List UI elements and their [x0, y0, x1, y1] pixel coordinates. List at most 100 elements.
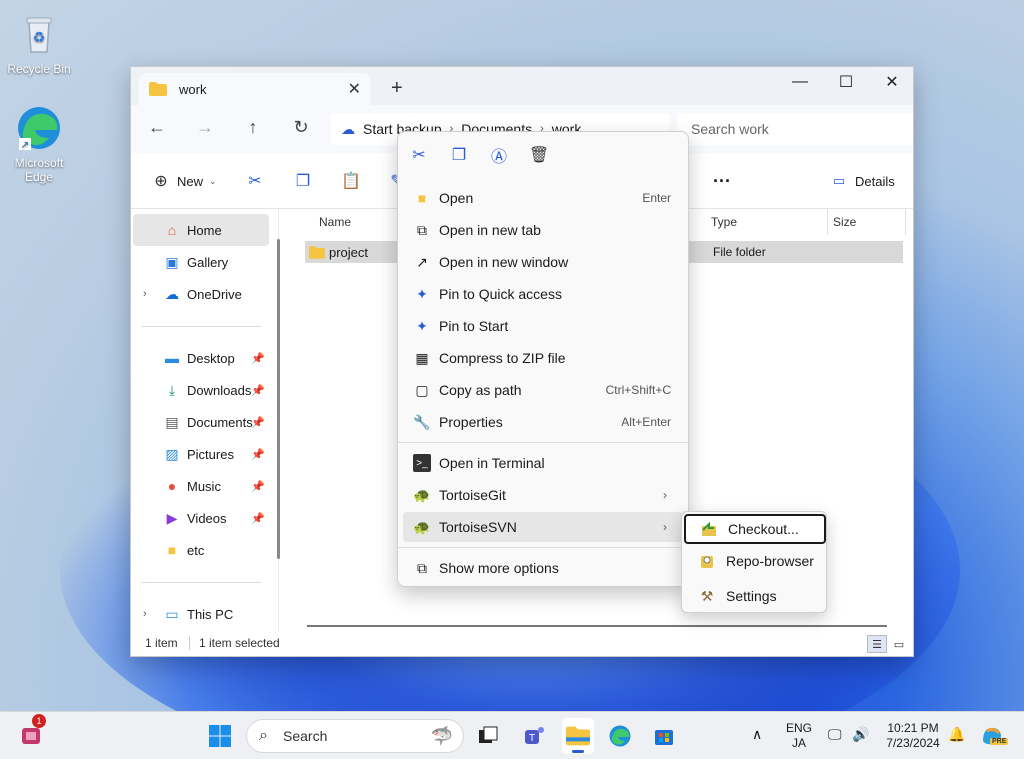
desktop-icon-edge[interactable]: ↗ Microsoft Edge — [1, 104, 77, 184]
sidebar-item-videos[interactable]: ▶ Videos 📌 — [133, 502, 269, 534]
forward-arrow-icon[interactable]: → — [193, 117, 217, 138]
delete-icon[interactable]: 🗑 — [528, 144, 550, 166]
more-options-button[interactable]: ··· — [713, 171, 731, 192]
widgets-icon[interactable]: 1 — [18, 714, 46, 750]
sidebar-item-music[interactable]: ● Music 📌 — [133, 470, 269, 502]
sidebar-item-label: Music — [187, 478, 221, 494]
column-header-name[interactable]: Name — [319, 215, 351, 229]
close-tab-icon[interactable]: ✕ — [348, 79, 361, 99]
sidebar-item-gallery[interactable]: ▣ Gallery — [133, 246, 269, 278]
menu-item-open-new-window[interactable]: ↗ Open in new window — [403, 247, 683, 277]
sidebar-item-desktop[interactable]: ▬ Desktop 📌 — [133, 342, 269, 374]
sidebar-item-label: Documents — [187, 414, 253, 430]
sidebar-item-home[interactable]: ⌂ Home — [133, 214, 269, 246]
menu-item-open-terminal[interactable]: >_ Open in Terminal — [403, 448, 683, 478]
submenu-item-settings[interactable]: ⚒ Settings — [684, 581, 826, 611]
cloud-icon: ☁ — [165, 285, 179, 302]
rename-icon[interactable]: Ⓐ — [488, 144, 510, 166]
menu-item-label: Open in new tab — [439, 222, 541, 238]
horizontal-scrollbar[interactable] — [307, 625, 887, 627]
menu-item-copy-as-path[interactable]: ▢ Copy as path Ctrl+Shift+C — [403, 375, 683, 405]
sidebar-item-documents[interactable]: ▤ Documents 📌 — [133, 406, 269, 438]
details-pane-icon: ▭ — [832, 173, 846, 188]
pictures-icon: ▨ — [165, 445, 179, 462]
edge-taskbar-icon[interactable] — [606, 722, 634, 750]
start-button[interactable] — [206, 722, 234, 750]
language-indicator[interactable]: ENG JA — [782, 721, 816, 751]
cut-button[interactable]: ✂ — [245, 171, 265, 191]
menu-separator — [398, 547, 688, 548]
minimize-button[interactable]: — — [777, 67, 823, 97]
scissors-icon: ✂ — [248, 173, 262, 190]
refresh-icon[interactable]: ↻ — [289, 117, 313, 138]
file-explorer-taskbar-icon[interactable] — [562, 718, 594, 754]
chevron-right-icon: › — [663, 520, 667, 534]
task-view-icon[interactable] — [474, 722, 502, 750]
chevron-right-icon[interactable]: › — [143, 288, 147, 300]
sidebar-item-onedrive[interactable]: › ☁ OneDrive — [133, 278, 269, 310]
taskbar-search[interactable]: ⌕ Search 🦈 — [246, 719, 464, 753]
terminal-icon: >_ — [413, 454, 431, 472]
sidebar-item-downloads[interactable]: ⤓ Downloads 📌 — [133, 374, 269, 406]
menu-item-label: TortoiseSVN — [439, 519, 517, 535]
sidebar-item-label: Home — [187, 222, 222, 238]
network-icon[interactable]: 🖵 — [828, 726, 842, 743]
sidebar-item-label: Pictures — [187, 446, 234, 462]
up-arrow-icon[interactable]: ↑ — [241, 117, 265, 138]
column-header-type[interactable]: Type — [711, 215, 737, 229]
new-tab-button[interactable]: + — [391, 77, 403, 100]
submenu-item-repo-browser[interactable]: Repo-browser — [684, 546, 826, 576]
tiles-view-icon[interactable]: ▭ — [889, 635, 909, 653]
chevron-up-icon[interactable]: ∧ — [752, 726, 762, 743]
clock[interactable]: 10:21 PM 7/23/2024 — [880, 721, 946, 751]
close-window-button[interactable]: ✕ — [869, 67, 915, 97]
details-button[interactable]: ▭ Details — [829, 171, 895, 191]
sidebar-item-etc[interactable]: ■ etc — [133, 534, 269, 566]
menu-item-label: Properties — [439, 414, 503, 430]
pc-icon: ▭ — [165, 605, 179, 622]
teams-icon[interactable]: T — [520, 722, 548, 750]
notification-badge: 1 — [32, 714, 46, 728]
menu-item-pin-start[interactable]: ✦ Pin to Start — [403, 311, 683, 341]
new-window-icon: ↗ — [416, 253, 428, 270]
paste-button[interactable]: 📋 — [341, 171, 361, 191]
menu-item-pin-quick-access[interactable]: ✦ Pin to Quick access — [403, 279, 683, 309]
desktop-icon-recycle-bin[interactable]: ♻ Recycle Bin — [1, 10, 77, 76]
quick-actions: ✂ ❐ Ⓐ 🗑 — [408, 144, 550, 166]
search-input[interactable]: Search work — [677, 113, 913, 145]
chevron-right-icon[interactable]: › — [143, 608, 147, 620]
store-icon[interactable] — [650, 722, 678, 750]
gallery-icon: ▣ — [165, 253, 179, 270]
column-header-size[interactable]: Size — [833, 215, 856, 229]
sidebar-item-label: This PC — [187, 606, 234, 622]
videos-icon: ▶ — [166, 509, 178, 526]
bell-icon[interactable]: 🔔 — [948, 726, 965, 743]
back-arrow-icon[interactable]: ← — [145, 117, 169, 138]
cut-icon[interactable]: ✂ — [408, 144, 430, 166]
submenu-item-checkout[interactable]: Checkout... — [684, 514, 826, 544]
language-top: ENG — [785, 721, 812, 735]
menu-item-tortoisegit[interactable]: 🐢 TortoiseGit › — [403, 480, 683, 510]
taskbar-search-label: Search — [283, 728, 328, 744]
sidebar-scrollbar[interactable] — [277, 239, 280, 559]
sidebar-item-pictures[interactable]: ▨ Pictures 📌 — [133, 438, 269, 470]
menu-item-open-new-tab[interactable]: ⧉ Open in new tab — [403, 215, 683, 245]
tab-work[interactable]: work ✕ — [139, 73, 371, 105]
volume-icon[interactable]: 🔊 — [852, 726, 869, 743]
menu-item-tortoisesvn[interactable]: 🐢 TortoiseSVN › — [403, 512, 683, 542]
menu-item-compress-zip[interactable]: ▦ Compress to ZIP file — [403, 343, 683, 373]
copy-icon[interactable]: ❐ — [448, 144, 470, 166]
copilot-icon[interactable]: PRE — [978, 722, 1009, 750]
menu-item-properties[interactable]: 🔧 Properties Alt+Enter — [403, 407, 683, 437]
divider — [189, 636, 190, 650]
menu-item-show-more-options[interactable]: ⧉ Show more options — [403, 553, 683, 583]
sidebar-item-this-pc[interactable]: › ▭ This PC — [133, 598, 269, 630]
copy-button[interactable]: ❐ — [293, 171, 313, 191]
chevron-down-icon: ⌄ — [209, 175, 217, 186]
new-button[interactable]: ⊕ New ⌄ — [151, 171, 217, 191]
recycle-bin-icon: ♻ — [15, 10, 63, 58]
menu-item-open[interactable]: ■ Open Enter — [403, 183, 683, 213]
maximize-button[interactable]: ☐ — [823, 67, 869, 97]
sidebar-item-label: Gallery — [187, 254, 229, 270]
details-view-icon[interactable]: ☰ — [867, 635, 887, 653]
